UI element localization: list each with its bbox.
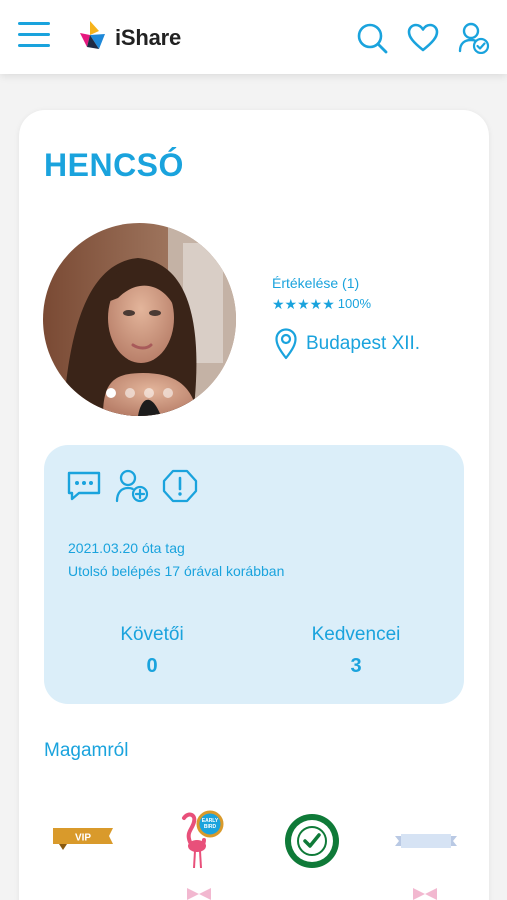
vip-badge: VIP bbox=[53, 828, 113, 850]
stars: ★★★★★ bbox=[272, 295, 335, 312]
heart-icon[interactable] bbox=[407, 22, 439, 54]
message-icon[interactable] bbox=[66, 468, 102, 504]
profile-card: HENCSÓ Értékelése (1) ★★★★★ 100% Budapes… bbox=[19, 110, 489, 900]
ribbon-badge bbox=[395, 834, 457, 848]
verified-user-badge bbox=[285, 814, 339, 868]
search-icon[interactable] bbox=[356, 22, 388, 54]
pink-bow-icon bbox=[413, 888, 437, 900]
followers-stat[interactable]: Követői 0 bbox=[87, 624, 217, 678]
report-icon[interactable] bbox=[162, 468, 198, 504]
photo-dot[interactable] bbox=[163, 388, 173, 398]
pink-bow-icon bbox=[187, 888, 211, 900]
photo-pagination bbox=[43, 388, 236, 398]
favorites-value: 3 bbox=[350, 655, 362, 677]
favorites-label: Kedvencei bbox=[311, 624, 401, 645]
photo-dot[interactable] bbox=[106, 388, 116, 398]
app-name: iShare bbox=[115, 25, 182, 50]
location: Budapest XII. bbox=[275, 328, 420, 360]
info-box: 2021.03.20 óta tag Utolsó belépés 17 órá… bbox=[44, 445, 464, 704]
last-login: Utolsó belépés 17 órával korábban bbox=[68, 563, 285, 579]
rating-link[interactable]: Értékelése (1) bbox=[272, 275, 359, 291]
followers-value: 0 bbox=[146, 655, 158, 677]
top-bar: iShare bbox=[0, 0, 507, 74]
followers-label: Követői bbox=[120, 624, 184, 645]
member-since: 2021.03.20 óta tag bbox=[68, 540, 185, 556]
vip-label: VIP bbox=[75, 833, 91, 844]
follow-user-icon[interactable] bbox=[114, 468, 150, 504]
photo-dot[interactable] bbox=[125, 388, 135, 398]
rating-percent: 100% bbox=[337, 296, 372, 311]
location-text: Budapest XII. bbox=[306, 333, 421, 354]
photo-dot[interactable] bbox=[144, 388, 154, 398]
svg-text:BIRD: BIRD bbox=[204, 824, 217, 830]
location-pin-icon bbox=[275, 328, 297, 360]
profile-name: HENCSÓ bbox=[44, 147, 184, 183]
profile-photo[interactable] bbox=[43, 223, 236, 416]
rating-stars: ★★★★★ 100% bbox=[272, 296, 371, 311]
ishare-logo-icon bbox=[80, 21, 105, 49]
about-heading: Magamról bbox=[44, 740, 129, 761]
menu-icon[interactable] bbox=[18, 22, 50, 52]
user-check-icon[interactable] bbox=[458, 22, 490, 54]
app-logo[interactable]: iShare bbox=[77, 20, 181, 56]
early-bird-badge: EARLY BIRD bbox=[182, 810, 224, 869]
favorites-stat[interactable]: Kedvencei 3 bbox=[291, 624, 421, 678]
